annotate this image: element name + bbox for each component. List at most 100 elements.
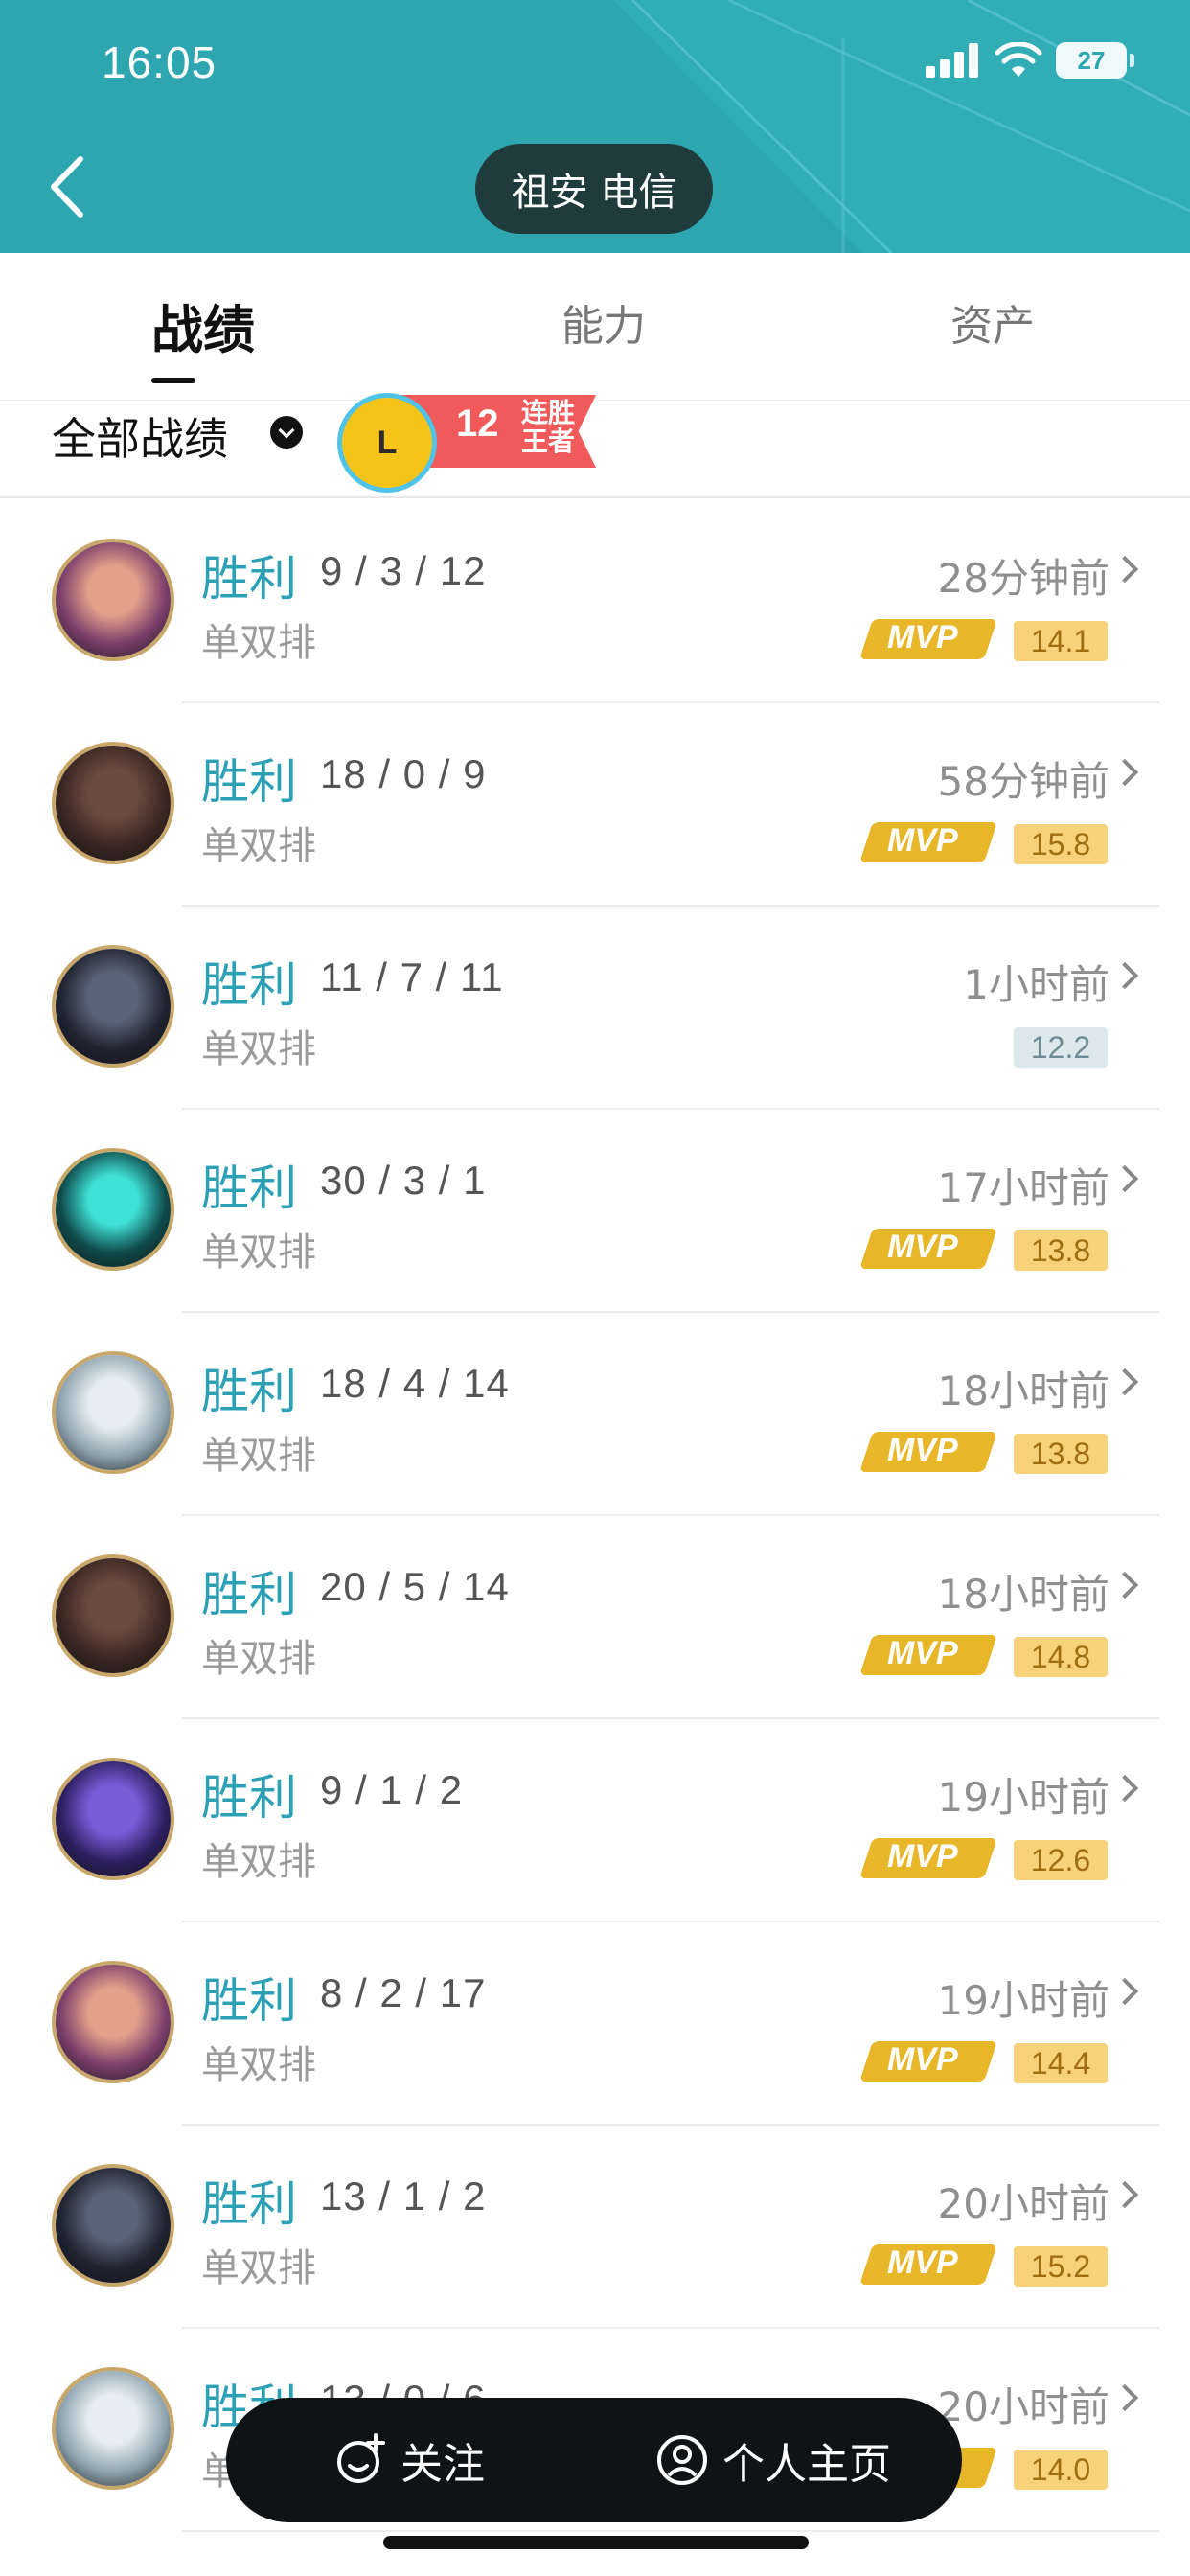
match-kda: 30 / 3 / 1 [320, 1158, 487, 1203]
champion-avatar [52, 1961, 174, 2083]
chevron-down-icon[interactable] [270, 416, 303, 448]
chevron-right-icon [1110, 2383, 1139, 2412]
match-result: 胜利 [201, 754, 297, 810]
follow-icon [337, 2433, 385, 2483]
follow-button[interactable]: 关注 [333, 2426, 485, 2494]
match-time: 58分钟前 [937, 758, 1110, 805]
champion-portrait [56, 2371, 171, 2486]
match-row[interactable]: 胜利 18 / 0 / 9 单双排 58分钟前 MVP 15.8 [0, 703, 1190, 907]
profile-icon [657, 2435, 707, 2485]
profile-label: 个人主页 [722, 2440, 891, 2489]
mvp-badge: MVP [859, 2037, 997, 2085]
tab-bar: 战绩 能力 资产 [0, 253, 1190, 401]
tab-match-history[interactable]: 战绩 [151, 288, 255, 363]
mvp-badge: MVP [859, 818, 997, 866]
match-score: 14.1 [1014, 621, 1108, 661]
home-indicator [383, 2536, 809, 2549]
match-result: 胜利 [201, 1973, 297, 2029]
server-region-pill[interactable]: 祖安 电信 [475, 144, 713, 234]
match-kda: 9 / 1 / 2 [320, 1767, 464, 1812]
mvp-label: MVP [887, 619, 958, 656]
match-kda: 18 / 0 / 9 [320, 751, 487, 796]
match-score: 14.0 [1014, 2450, 1108, 2490]
champion-portrait [56, 1152, 171, 1267]
mvp-badge: MVP [859, 1834, 997, 1882]
active-tab-indicator [151, 378, 195, 383]
match-mode: 单双排 [201, 1230, 316, 1275]
match-result: 胜利 [201, 1770, 297, 1826]
match-result: 胜利 [201, 957, 297, 1013]
match-kda: 11 / 7 / 11 [320, 954, 504, 1000]
row-divider [182, 2530, 1159, 2532]
win-streak-badge[interactable]: L 12 连胜王者 [337, 393, 606, 493]
match-time: 18小时前 [937, 1571, 1110, 1618]
tab-ability[interactable]: 能力 [561, 291, 646, 353]
match-kda: 18 / 4 / 14 [320, 1361, 510, 1406]
mvp-badge: MVP [859, 1225, 997, 1273]
match-kda: 9 / 3 / 12 [320, 548, 487, 593]
match-kda: 13 / 1 / 2 [320, 2174, 487, 2219]
mvp-label: MVP [887, 1432, 958, 1468]
match-time: 18小时前 [937, 1368, 1110, 1414]
app-header: 16:05 27 祖安 电信 [0, 0, 1190, 253]
champion-portrait [56, 1558, 171, 1673]
champion-portrait [56, 746, 171, 861]
mvp-badge: MVP [859, 1428, 997, 1476]
match-mode: 单双排 [201, 2043, 316, 2087]
champion-avatar [52, 2164, 174, 2287]
mvp-label: MVP [887, 2244, 958, 2281]
match-row[interactable]: 胜利 8 / 2 / 17 单双排 19小时前 MVP 14.4 [0, 1922, 1190, 2126]
match-kda: 20 / 5 / 14 [320, 1564, 510, 1609]
match-mode: 单双排 [201, 824, 316, 868]
match-mode: 单双排 [201, 1840, 316, 1884]
mvp-badge: MVP [859, 2241, 997, 2288]
champion-portrait [56, 542, 171, 657]
match-row[interactable]: 胜利 18 / 4 / 14 单双排 18小时前 MVP 13.8 [0, 1313, 1190, 1516]
chevron-right-icon [1110, 1164, 1139, 1193]
match-score: 13.8 [1014, 1434, 1108, 1474]
match-kda: 8 / 2 / 17 [320, 1970, 487, 2015]
champion-avatar [52, 1351, 174, 1474]
match-row[interactable]: 胜利 9 / 3 / 12 单双排 28分钟前 MVP 14.1 [0, 500, 1190, 703]
match-time: 1小时前 [963, 961, 1110, 1008]
match-time: 19小时前 [937, 1774, 1110, 1821]
match-result: 胜利 [201, 551, 297, 607]
match-filter-dropdown[interactable]: 全部战绩 [52, 404, 228, 468]
match-mode: 单双排 [201, 1434, 316, 1478]
battery-icon: 27 [1056, 42, 1134, 79]
champion-portrait [56, 2168, 171, 2283]
champion-portrait [56, 1965, 171, 2080]
match-row[interactable]: 胜利 30 / 3 / 1 单双排 17小时前 MVP 13.8 [0, 1110, 1190, 1313]
match-score: 15.2 [1014, 2246, 1108, 2287]
status-time: 16:05 [102, 37, 217, 87]
champion-portrait [56, 1761, 171, 1876]
match-row[interactable]: 胜利 13 / 1 / 2 单双排 20小时前 MVP 15.2 [0, 2126, 1190, 2329]
match-time: 19小时前 [937, 1977, 1110, 2024]
back-arrow-icon[interactable] [42, 153, 96, 220]
match-row[interactable]: 胜利 9 / 1 / 2 单双排 19小时前 MVP 12.6 [0, 1719, 1190, 1922]
match-score: 14.8 [1014, 1637, 1108, 1677]
match-time: 28分钟前 [937, 555, 1110, 602]
cellular-signal-icon [926, 43, 978, 78]
match-mode: 单双排 [201, 2246, 316, 2290]
match-mode: 单双排 [201, 1027, 316, 1071]
match-result: 胜利 [201, 1364, 297, 1419]
match-score: 14.4 [1014, 2043, 1108, 2083]
match-row[interactable]: 胜利 20 / 5 / 14 单双排 18小时前 MVP 14.8 [0, 1516, 1190, 1719]
champion-avatar [52, 1554, 174, 1677]
mvp-badge: MVP [859, 1631, 997, 1679]
champion-avatar [52, 539, 174, 661]
profile-button[interactable]: 个人主页 [655, 2426, 891, 2494]
battery-level: 27 [1077, 45, 1106, 75]
chevron-right-icon [1110, 1571, 1139, 1599]
match-score: 12.2 [1014, 1027, 1108, 1068]
match-mode: 单双排 [201, 1637, 316, 1681]
match-score: 13.8 [1014, 1230, 1108, 1271]
mvp-label: MVP [887, 1229, 958, 1265]
tab-assets[interactable]: 资产 [950, 291, 1035, 353]
match-time: 17小时前 [937, 1164, 1110, 1211]
match-row[interactable]: 胜利 11 / 7 / 11 单双排 1小时前 12.2 [0, 907, 1190, 1110]
match-time: 20小时前 [937, 2180, 1110, 2227]
chevron-right-icon [1110, 1368, 1139, 1396]
wifi-icon [995, 42, 1042, 77]
